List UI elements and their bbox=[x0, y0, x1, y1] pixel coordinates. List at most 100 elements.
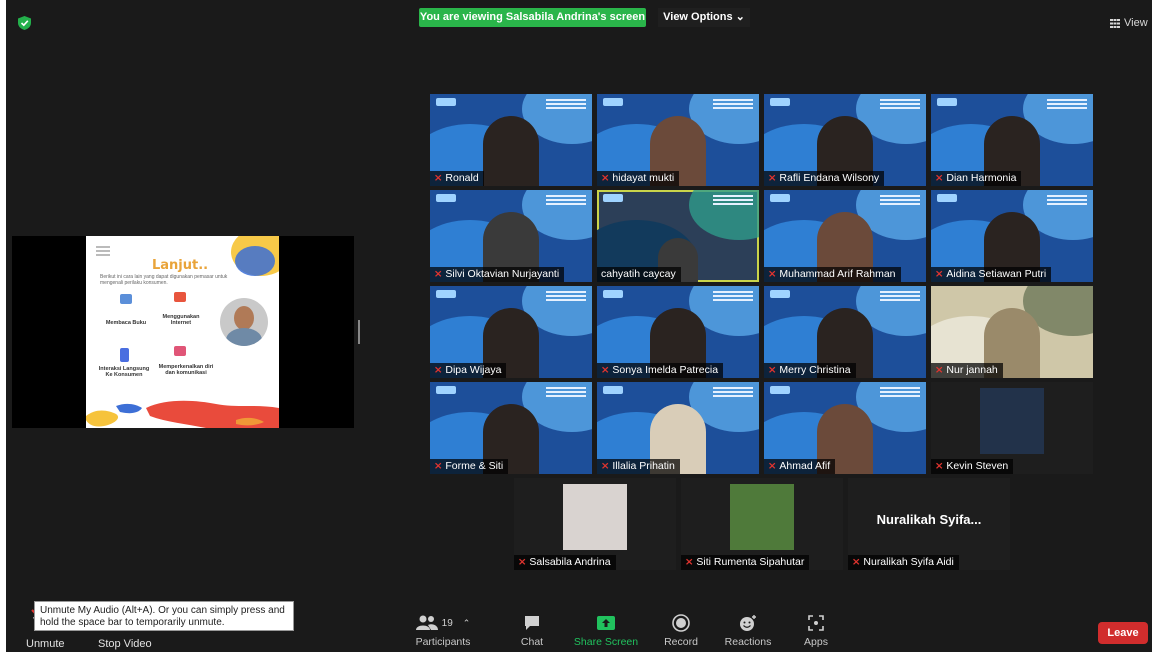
laptop-icon bbox=[120, 294, 132, 304]
muted-mic-icon: ⨯ bbox=[768, 461, 777, 472]
participant-name-label: ⨯ Dian Harmonia bbox=[931, 171, 1022, 186]
participant-tile[interactable]: ⨯ Nur jannah bbox=[931, 286, 1093, 378]
muted-mic-icon: ⨯ bbox=[852, 557, 861, 568]
participant-tile[interactable]: ⨯ Salsabila Andrina bbox=[514, 478, 676, 570]
participant-tile[interactable]: ⨯ Aidina Setiawan Putri bbox=[931, 190, 1093, 282]
background-logo bbox=[436, 194, 456, 202]
participant-name-label: ⨯ Ronald bbox=[430, 171, 484, 186]
grid-view-icon bbox=[1110, 18, 1120, 28]
reactions-icon bbox=[740, 615, 756, 631]
shared-screen[interactable]: Lanjut.. Berikut ini cara lain yang dapa… bbox=[12, 236, 354, 428]
reactions-label: Reactions bbox=[724, 636, 772, 648]
participant-name-label: ⨯ Nur jannah bbox=[931, 363, 1003, 378]
participant-count: 19 bbox=[441, 617, 453, 629]
participant-tile[interactable]: ⨯ Sonya Imelda Patrecia bbox=[597, 286, 759, 378]
participant-name: Siti Rumenta Sipahutar bbox=[696, 556, 805, 568]
share-screen-button[interactable]: Share Screen bbox=[569, 614, 643, 648]
participant-name-label: ⨯ Silvi Oktavian Nurjayanti bbox=[430, 267, 565, 282]
participant-tile[interactable]: ⨯ Illalia Prihatin bbox=[597, 382, 759, 474]
background-text bbox=[880, 291, 920, 293]
slide-item: Menggunakan Internet bbox=[162, 314, 200, 326]
participant-name: hidayat mukti bbox=[612, 172, 675, 184]
participant-tile[interactable]: ⨯ Silvi Oktavian Nurjayanti bbox=[430, 190, 592, 282]
background-text bbox=[713, 195, 753, 197]
participant-tile[interactable]: Nuralikah Syifa... ⨯ Nuralikah Syifa Aidi bbox=[848, 478, 1010, 570]
chat-label: Chat bbox=[520, 636, 544, 648]
view-label: View bbox=[1124, 17, 1148, 29]
participant-name-label: cahyatih caycay bbox=[597, 267, 681, 282]
background-logo bbox=[937, 194, 957, 202]
muted-mic-icon: ⨯ bbox=[768, 173, 777, 184]
background-logo bbox=[603, 194, 623, 202]
view-options-button[interactable]: View Options ⌄ bbox=[658, 8, 750, 27]
participant-name-display: Nuralikah Syifa... bbox=[876, 512, 982, 527]
participant-name: Dipa Wijaya bbox=[445, 364, 502, 376]
unmute-button[interactable]: Unmute bbox=[26, 638, 65, 650]
participant-tile[interactable]: ⨯ Dipa Wijaya bbox=[430, 286, 592, 378]
participant-name-label: ⨯ Sonya Imelda Patrecia bbox=[597, 363, 724, 378]
participants-icon: 19 ⌃ bbox=[406, 614, 480, 632]
stop-video-button[interactable]: Stop Video bbox=[98, 638, 152, 650]
participant-name: Aidina Setiawan Putri bbox=[946, 268, 1047, 280]
muted-mic-icon: ⨯ bbox=[601, 365, 610, 376]
participant-name-label: ⨯ Nuralikah Syifa Aidi bbox=[848, 555, 959, 570]
reactions-button[interactable]: Reactions bbox=[711, 614, 785, 648]
background-text bbox=[546, 291, 586, 293]
record-button[interactable]: Record bbox=[644, 614, 718, 648]
participant-tile[interactable]: ⨯ Muhammad Arif Rahman bbox=[764, 190, 926, 282]
virtual-background bbox=[689, 190, 759, 240]
background-text bbox=[713, 387, 753, 389]
participant-tile[interactable]: ⨯ Ahmad Afif bbox=[764, 382, 926, 474]
background-text bbox=[546, 387, 586, 389]
muted-mic-icon: ⨯ bbox=[434, 269, 443, 280]
participant-name-label: ⨯ Illalia Prihatin bbox=[597, 459, 680, 474]
participant-name-label: ⨯ Rafli Endana Wilsony bbox=[764, 171, 885, 186]
background-text bbox=[546, 195, 586, 197]
phone-icon bbox=[120, 348, 129, 362]
participant-name-label: ⨯ Salsabila Andrina bbox=[514, 555, 616, 570]
participant-tile[interactable]: ⨯ Forme & Siti bbox=[430, 382, 592, 474]
muted-mic-icon: ⨯ bbox=[434, 173, 443, 184]
background-text bbox=[546, 99, 586, 101]
leave-button[interactable]: Leave bbox=[1098, 622, 1148, 644]
participant-tile[interactable]: ⨯ Rafli Endana Wilsony bbox=[764, 94, 926, 186]
muted-mic-icon: ⨯ bbox=[768, 269, 777, 280]
participant-tile[interactable]: ⨯ Ronald bbox=[430, 94, 592, 186]
unmute-tooltip: Unmute My Audio (Alt+A). Or you can simp… bbox=[34, 601, 294, 631]
background-text bbox=[880, 99, 920, 101]
encryption-shield-icon[interactable] bbox=[18, 16, 31, 30]
muted-mic-icon: ⨯ bbox=[601, 173, 610, 184]
participant-tile[interactable]: ⨯ Siti Rumenta Sipahutar bbox=[681, 478, 843, 570]
background-text bbox=[880, 387, 920, 389]
participant-name: Sonya Imelda Patrecia bbox=[612, 364, 719, 376]
zoom-meeting-window: You are viewing Salsabila Andrina's scre… bbox=[0, 0, 1158, 652]
background-text bbox=[713, 291, 753, 293]
chevron-up-icon[interactable]: ⌃ bbox=[463, 618, 471, 629]
view-button[interactable]: View bbox=[1110, 17, 1148, 29]
participant-name: Silvi Oktavian Nurjayanti bbox=[445, 268, 560, 280]
background-logo bbox=[770, 386, 790, 394]
participant-name: Ronald bbox=[445, 172, 479, 184]
participant-tile[interactable]: ⨯ hidayat mukti bbox=[597, 94, 759, 186]
participant-tile[interactable]: cahyatih caycay bbox=[597, 190, 759, 282]
participant-name: Dian Harmonia bbox=[946, 172, 1017, 184]
background-logo bbox=[770, 290, 790, 298]
participant-name: Forme & Siti bbox=[445, 460, 504, 472]
participants-button[interactable]: 19 ⌃ Participants bbox=[406, 614, 480, 648]
participant-name: Ahmad Afif bbox=[779, 460, 831, 472]
background-logo bbox=[603, 386, 623, 394]
background-logo bbox=[770, 194, 790, 202]
slide-item: Membaca Buku bbox=[105, 320, 147, 326]
panel-resize-handle[interactable] bbox=[358, 320, 360, 344]
muted-mic-icon: ⨯ bbox=[434, 461, 443, 472]
muted-mic-icon: ⨯ bbox=[685, 557, 694, 568]
background-logo bbox=[770, 98, 790, 106]
participant-tile[interactable]: ⨯ Merry Christina bbox=[764, 286, 926, 378]
apps-button[interactable]: Apps bbox=[779, 614, 853, 648]
participant-tile[interactable]: ⨯ Kevin Steven bbox=[931, 382, 1093, 474]
profile-picture bbox=[563, 484, 627, 550]
participant-tile[interactable]: ⨯ Dian Harmonia bbox=[931, 94, 1093, 186]
background-text bbox=[1047, 99, 1087, 101]
chat-button[interactable]: Chat bbox=[495, 614, 569, 648]
muted-mic-icon: ⨯ bbox=[935, 365, 944, 376]
